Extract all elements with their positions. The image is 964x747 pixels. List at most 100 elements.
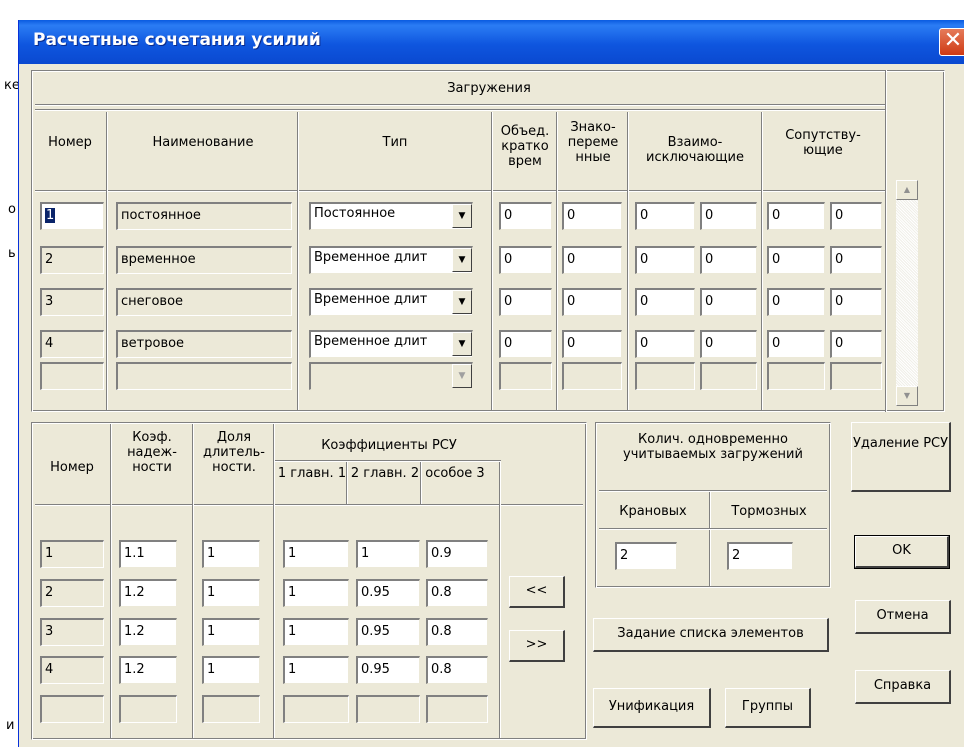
simult-divider (599, 490, 827, 492)
main1-input[interactable]: 1 (283, 618, 349, 646)
duration-input[interactable]: 1 (202, 656, 260, 684)
exclusive-input-2[interactable]: 0 (700, 288, 757, 316)
coef-number: 3 (40, 618, 104, 646)
help-button[interactable]: Справка (855, 670, 951, 704)
combined-input[interactable]: 0 (499, 288, 552, 316)
coef-header-main1: 1 главн. 1 (277, 466, 347, 481)
element-list-button[interactable]: Задание списка элементов (593, 618, 829, 652)
exclusive-empty-2 (700, 362, 757, 390)
exclusive-input-1[interactable]: 0 (635, 330, 695, 358)
accompany-input-2[interactable]: 0 (830, 288, 882, 316)
chevron-down-icon[interactable]: ▼ (452, 248, 472, 272)
load-type-select[interactable]: Постоянное ▼ (309, 202, 473, 230)
accompany-input-2[interactable]: 0 (830, 202, 882, 230)
combined-input[interactable]: 0 (499, 202, 552, 230)
reliability-input[interactable]: 1.1 (119, 540, 177, 568)
sign-input[interactable]: 0 (562, 330, 622, 358)
accompany-input-1[interactable]: 0 (767, 330, 825, 358)
cancel-button[interactable]: Отмена (855, 600, 951, 634)
accompany-input-1[interactable]: 0 (767, 246, 825, 274)
load-number[interactable]: 1 (40, 202, 104, 230)
loads-title-divider-2 (35, 109, 887, 111)
main1-input[interactable]: 1 (283, 579, 349, 607)
col-sep (491, 112, 493, 410)
accompany-input-1[interactable]: 0 (767, 288, 825, 316)
chevron-down-icon[interactable]: ▼ (452, 204, 472, 228)
load-number: 2 (40, 246, 104, 274)
load-name: снеговое (116, 288, 292, 316)
close-button[interactable]: ✕ (939, 28, 964, 56)
load-type-select[interactable]: Временное длит ▼ (309, 288, 473, 316)
loads-header-combined: Объед. кратко врем (500, 124, 550, 169)
col-sep (297, 112, 299, 410)
chevron-down-icon[interactable]: ▼ (452, 332, 472, 356)
special-input[interactable]: 0.8 (426, 618, 488, 646)
main1-input[interactable]: 1 (283, 540, 349, 568)
col-sep (106, 112, 108, 410)
brake-count-input[interactable]: 2 (727, 542, 793, 570)
main1-input[interactable]: 1 (283, 656, 349, 684)
move-left-button[interactable]: << (509, 576, 565, 608)
load-type-select-disabled: ▼ (309, 362, 473, 390)
col-sep (627, 112, 629, 410)
col-sep (709, 492, 711, 586)
coef-number-empty (40, 695, 104, 723)
main2-input[interactable]: 1 (356, 540, 420, 568)
chevron-down-icon[interactable]: ▼ (452, 290, 472, 314)
accompany-input-1[interactable]: 0 (767, 202, 825, 230)
combined-input[interactable]: 0 (499, 330, 552, 358)
move-right-button[interactable]: >> (509, 630, 565, 662)
accompany-empty-1 (767, 362, 825, 390)
exclusive-input-2[interactable]: 0 (700, 246, 757, 274)
coef-header-number: Номер (50, 460, 94, 475)
crane-count-input[interactable]: 2 (615, 542, 677, 570)
background-text-2: о (8, 202, 16, 217)
special-input[interactable]: 0.8 (426, 579, 488, 607)
reliability-input[interactable]: 1.2 (119, 618, 177, 646)
coef-header-special: особое 3 (425, 466, 485, 481)
main2-input[interactable]: 0.95 (356, 656, 420, 684)
accompany-input-2[interactable]: 0 (830, 246, 882, 274)
reliability-input[interactable]: 1.2 (119, 656, 177, 684)
simult-title: Колич. одновременно учитываемых загружен… (623, 432, 803, 462)
duration-input[interactable]: 1 (202, 540, 260, 568)
coef-number: 2 (40, 579, 104, 607)
sign-input[interactable]: 0 (562, 202, 622, 230)
simult-divider-2 (599, 528, 827, 530)
scroll-down-icon[interactable]: ▼ (896, 386, 918, 406)
background-text-4: и (6, 718, 15, 733)
exclusive-input-2[interactable]: 0 (700, 330, 757, 358)
ok-button[interactable]: OK (854, 535, 950, 569)
special-input[interactable]: 0.8 (426, 656, 488, 684)
duration-input[interactable]: 1 (202, 618, 260, 646)
main2-input[interactable]: 0.95 (356, 579, 420, 607)
scroll-up-icon[interactable]: ▲ (896, 180, 918, 200)
exclusive-input-1[interactable]: 0 (635, 246, 695, 274)
accompany-input-2[interactable]: 0 (830, 330, 882, 358)
groups-button[interactable]: Группы (725, 688, 811, 728)
exclusive-input-1[interactable]: 0 (635, 288, 695, 316)
unify-button[interactable]: Унификация (593, 688, 711, 728)
load-number-empty (40, 362, 104, 390)
load-type-select[interactable]: Временное длит ▼ (309, 330, 473, 358)
sign-input[interactable]: 0 (562, 246, 622, 274)
crane-label: Крановых (619, 504, 687, 519)
main2-input[interactable]: 0.95 (356, 618, 420, 646)
combined-input[interactable]: 0 (499, 246, 552, 274)
loads-scrollbar[interactable]: ▲ ▼ (896, 180, 918, 406)
load-name-empty (116, 362, 292, 390)
loads-header-exclusive: Взаимо- исключающие (646, 135, 744, 165)
duration-input[interactable]: 1 (202, 579, 260, 607)
title-bar[interactable]: Расчетные сочетания усилий ✕ (19, 20, 964, 64)
load-type-select[interactable]: Временное длит ▼ (309, 246, 473, 274)
sign-input[interactable]: 0 (562, 288, 622, 316)
reliability-input[interactable]: 1.2 (119, 579, 177, 607)
reliability-empty (119, 695, 177, 723)
load-number: 4 (40, 330, 104, 358)
exclusive-input-2[interactable]: 0 (700, 202, 757, 230)
exclusive-input-1[interactable]: 0 (635, 202, 695, 230)
delete-rsu-button[interactable]: Удаление РСУ (851, 422, 951, 492)
col-sep (556, 112, 558, 410)
special-input[interactable]: 0.9 (426, 540, 488, 568)
exclusive-empty-1 (635, 362, 695, 390)
